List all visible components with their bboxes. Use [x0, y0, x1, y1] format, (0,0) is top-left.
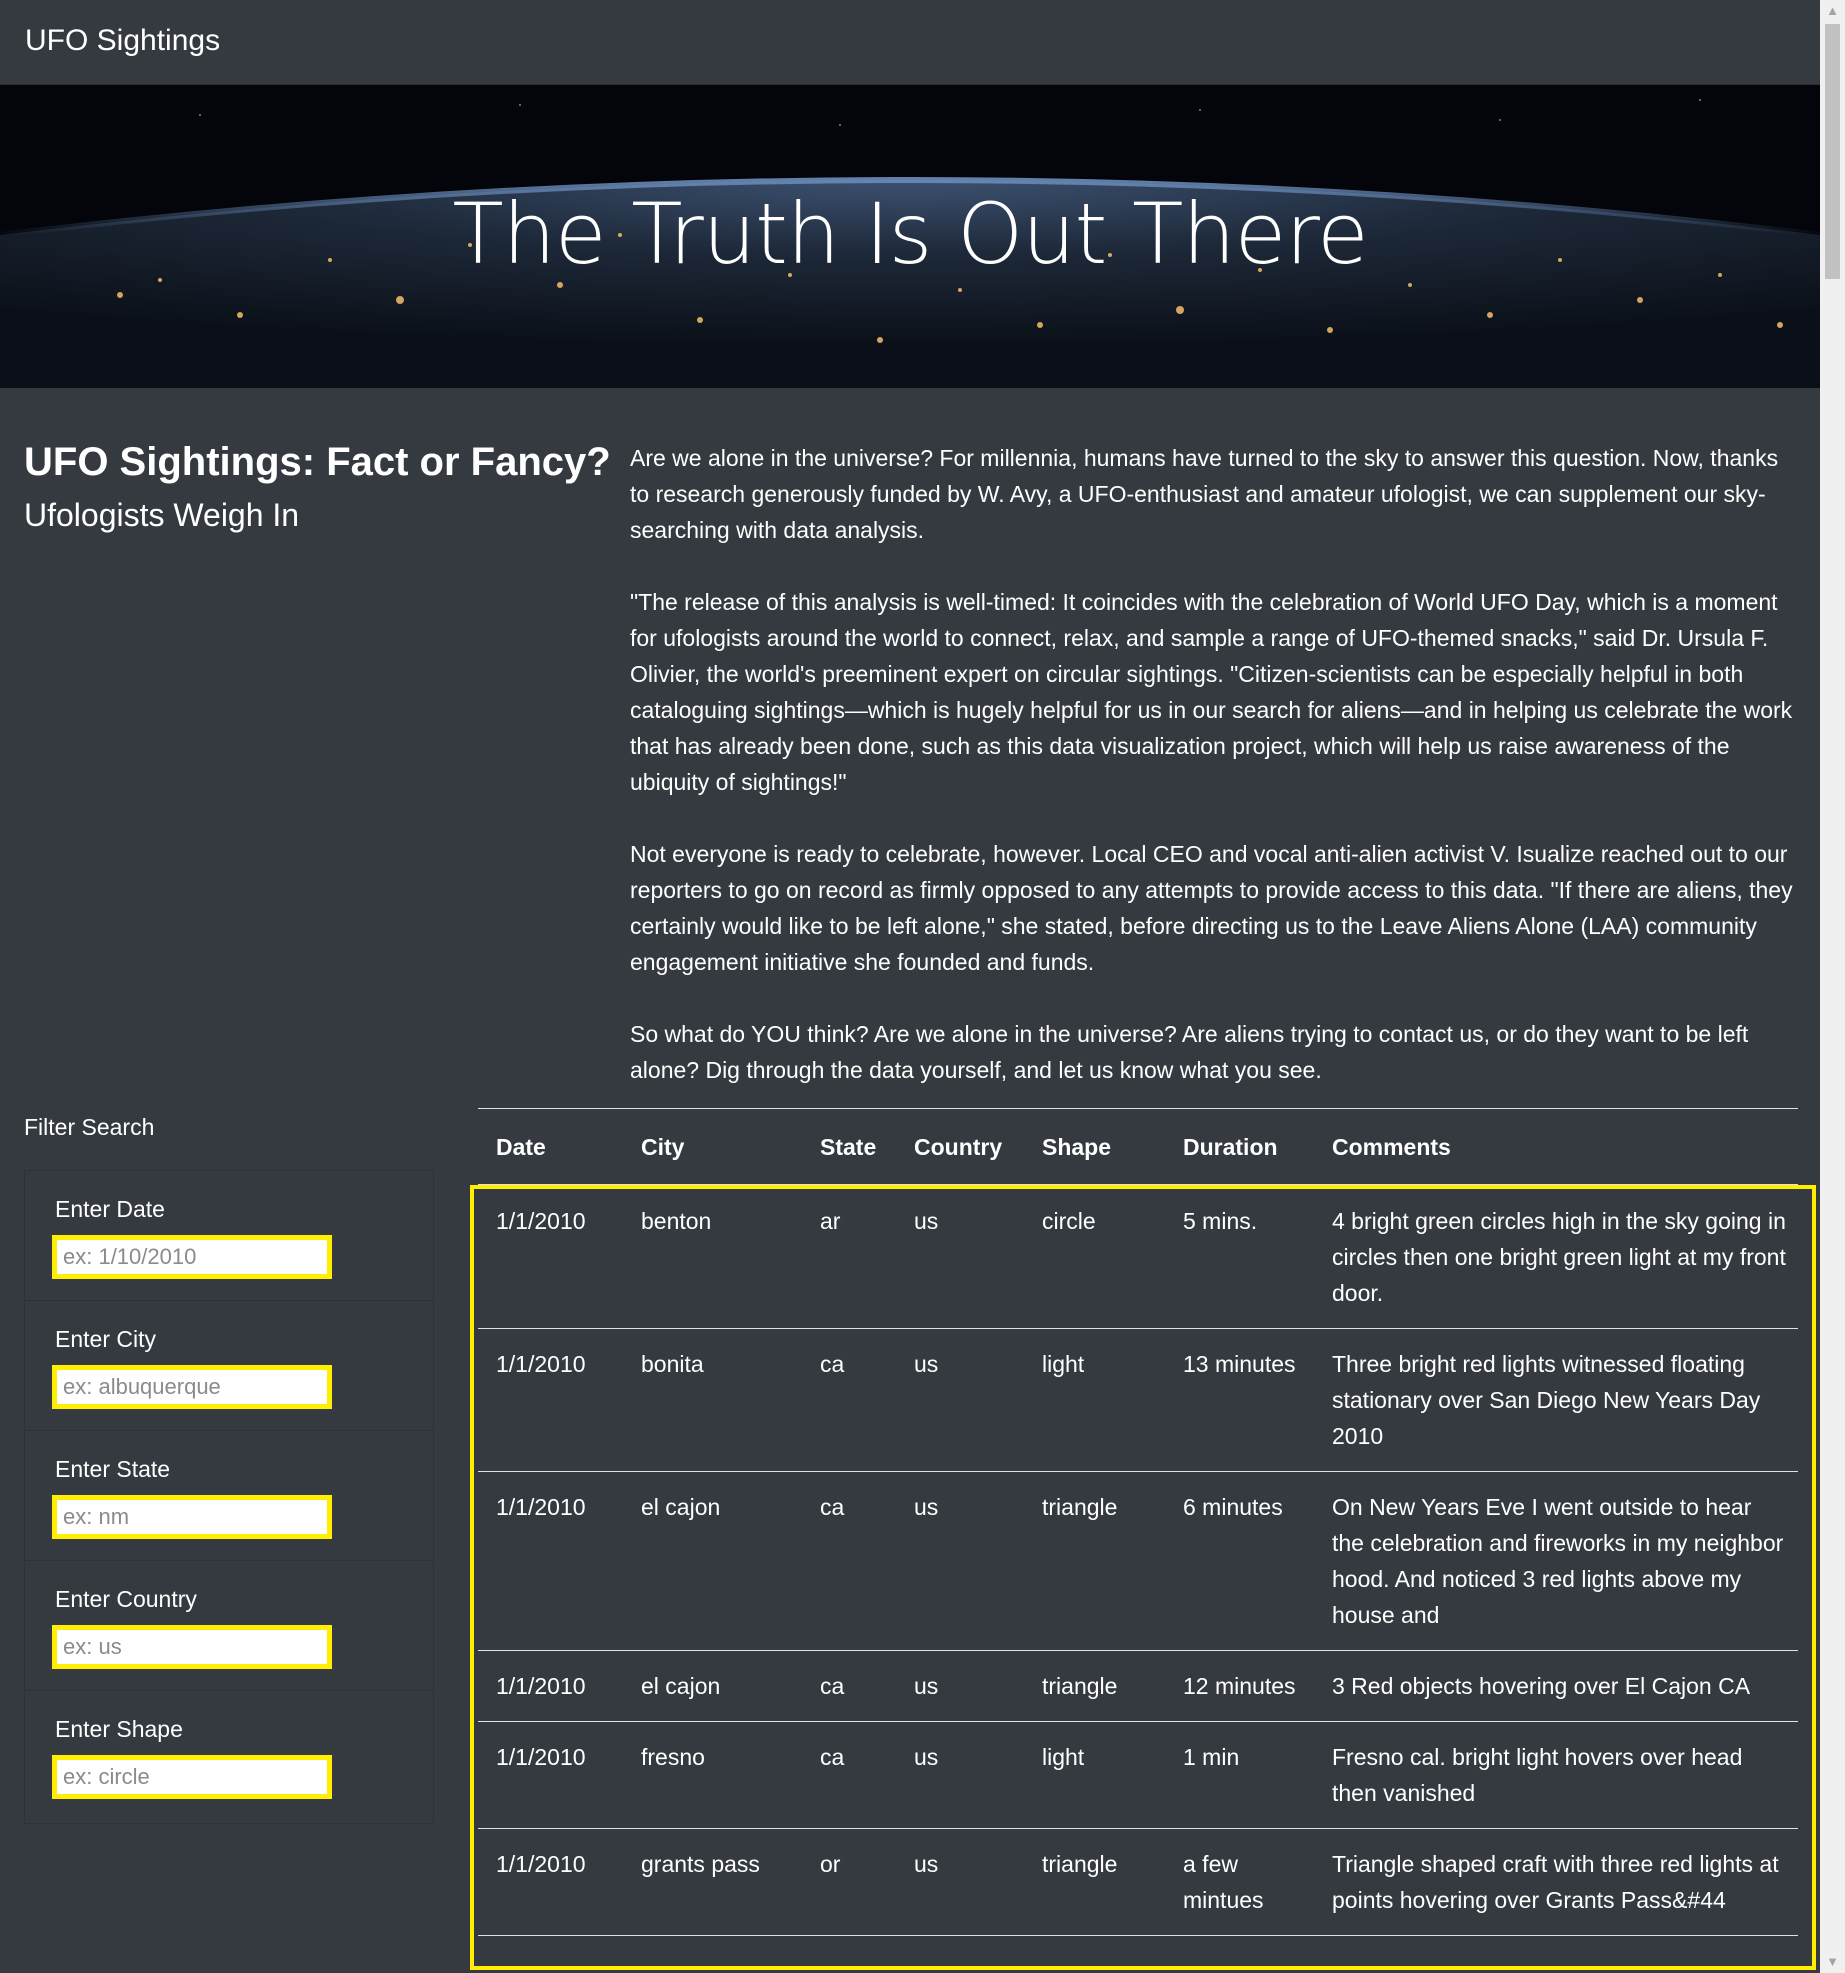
cell-country: us: [896, 1828, 1024, 1936]
cell-state: ca: [802, 1650, 896, 1722]
cell-comments: 4 bright green circles high in the sky g…: [1314, 1185, 1798, 1329]
column-header-country: Country: [896, 1110, 1024, 1186]
arrow-up-icon[interactable]: ▲: [1820, 0, 1845, 22]
cell-city: el cajon: [623, 1650, 802, 1722]
cell-state: or: [802, 1828, 896, 1936]
table-row: 1/1/2010 el cajon ca us triangle 6 minut…: [478, 1471, 1798, 1651]
cell-state: ca: [802, 1328, 896, 1472]
cell-country: us: [896, 1328, 1024, 1472]
hero-title: The Truth Is Out There: [452, 185, 1368, 283]
article-paragraph: Are we alone in the universe? For millen…: [630, 445, 1779, 543]
column-header-city: City: [623, 1110, 802, 1186]
cell-shape: light: [1024, 1328, 1165, 1472]
arrow-down-icon[interactable]: ▼: [1820, 1951, 1845, 1973]
cell-city: fresno: [623, 1721, 802, 1829]
cell-comments: Triangle shaped craft with three red lig…: [1314, 1828, 1798, 1936]
navbar: UFO Sightings: [0, 0, 1820, 85]
filter-search-title: Filter Search: [24, 1114, 155, 1140]
cell-comments: Fresno cal. bright light hovers over hea…: [1314, 1721, 1798, 1829]
filter-shape: Enter Shape: [25, 1691, 433, 1820]
cell-country: us: [896, 1721, 1024, 1829]
cell-duration: a few mintues: [1165, 1828, 1314, 1936]
shape-input[interactable]: [52, 1755, 332, 1799]
cell-country: us: [896, 1185, 1024, 1329]
cell-comments: On New Years Eve I went outside to hear …: [1314, 1471, 1798, 1651]
article-paragraph: Not everyone is ready to celebrate, howe…: [630, 841, 1793, 975]
filter-label: Enter City: [55, 1326, 156, 1352]
state-input[interactable]: [52, 1495, 332, 1539]
country-input[interactable]: [52, 1625, 332, 1669]
table-divider: [478, 1108, 1798, 1109]
city-input[interactable]: [52, 1365, 332, 1409]
filter-country: Enter Country: [25, 1561, 433, 1691]
article-body: Are we alone in the universe? For millen…: [630, 440, 1800, 1124]
cell-duration: 13 minutes: [1165, 1328, 1314, 1472]
sightings-table: Date City State Country Shape Duration C…: [478, 1110, 1798, 1936]
table-row: 1/1/2010 el cajon ca us triangle 12 minu…: [478, 1650, 1798, 1722]
table-header-row: Date City State Country Shape Duration C…: [478, 1110, 1798, 1186]
cell-duration: 5 mins.: [1165, 1185, 1314, 1329]
cell-country: us: [896, 1650, 1024, 1722]
column-header-duration: Duration: [1165, 1110, 1314, 1186]
filter-state: Enter State: [25, 1431, 433, 1561]
cell-shape: circle: [1024, 1185, 1165, 1329]
cell-duration: 12 minutes: [1165, 1650, 1314, 1722]
cell-comments: Three bright red lights witnessed floati…: [1314, 1328, 1798, 1472]
column-header-comments: Comments: [1314, 1110, 1798, 1186]
article-paragraph: "The release of this analysis is well-ti…: [630, 589, 1793, 795]
cell-city: grants pass: [623, 1828, 802, 1936]
cell-shape: triangle: [1024, 1650, 1165, 1722]
cell-state: ca: [802, 1471, 896, 1651]
column-header-date: Date: [478, 1110, 623, 1186]
filter-panel: Enter Date Enter City Enter State Enter …: [24, 1170, 434, 1824]
filter-label: Enter State: [55, 1456, 171, 1482]
page-subtitle: Ufologists Weigh In: [24, 497, 300, 533]
filter-city: Enter City: [25, 1301, 433, 1431]
cell-shape: triangle: [1024, 1828, 1165, 1936]
cell-country: us: [896, 1471, 1024, 1651]
cell-city: bonita: [623, 1328, 802, 1472]
cell-date: 1/1/2010: [478, 1721, 623, 1829]
article-paragraph: So what do YOU think? Are we alone in th…: [630, 1021, 1749, 1083]
table-row: 1/1/2010 bonita ca us light 13 minutes T…: [478, 1328, 1798, 1472]
date-input[interactable]: [52, 1235, 332, 1279]
filter-label: Enter Country: [55, 1586, 197, 1612]
table-row: 1/1/2010 fresno ca us light 1 min Fresno…: [478, 1721, 1798, 1829]
table-row: 1/1/2010 grants pass or us triangle a fe…: [478, 1828, 1798, 1936]
page-title: UFO Sightings: Fact or Fancy?: [24, 440, 611, 484]
scrollbar-thumb[interactable]: [1825, 24, 1840, 279]
cell-date: 1/1/2010: [478, 1650, 623, 1722]
cell-date: 1/1/2010: [478, 1828, 623, 1936]
column-header-state: State: [802, 1110, 896, 1186]
cell-city: benton: [623, 1185, 802, 1329]
cell-date: 1/1/2010: [478, 1471, 623, 1651]
cell-date: 1/1/2010: [478, 1185, 623, 1329]
cell-city: el cajon: [623, 1471, 802, 1651]
filter-date: Enter Date: [25, 1171, 433, 1301]
cell-state: ar: [802, 1185, 896, 1329]
column-header-shape: Shape: [1024, 1110, 1165, 1186]
cell-date: 1/1/2010: [478, 1328, 623, 1472]
table-row: 1/1/2010 benton ar us circle 5 mins. 4 b…: [478, 1185, 1798, 1329]
filter-label: Enter Date: [55, 1196, 165, 1222]
cell-state: ca: [802, 1721, 896, 1829]
hero-banner: The Truth Is Out There: [0, 85, 1820, 388]
cell-comments: 3 Red objects hovering over El Cajon CA: [1314, 1650, 1798, 1722]
cell-shape: light: [1024, 1721, 1165, 1829]
filter-label: Enter Shape: [55, 1716, 183, 1742]
scrollbar[interactable]: ▲ ▼: [1820, 0, 1845, 1973]
table-body: 1/1/2010 benton ar us circle 5 mins. 4 b…: [478, 1185, 1798, 1936]
brand-link[interactable]: UFO Sightings: [25, 24, 220, 58]
cell-duration: 1 min: [1165, 1721, 1314, 1829]
cell-shape: triangle: [1024, 1471, 1165, 1651]
cell-duration: 6 minutes: [1165, 1471, 1314, 1651]
